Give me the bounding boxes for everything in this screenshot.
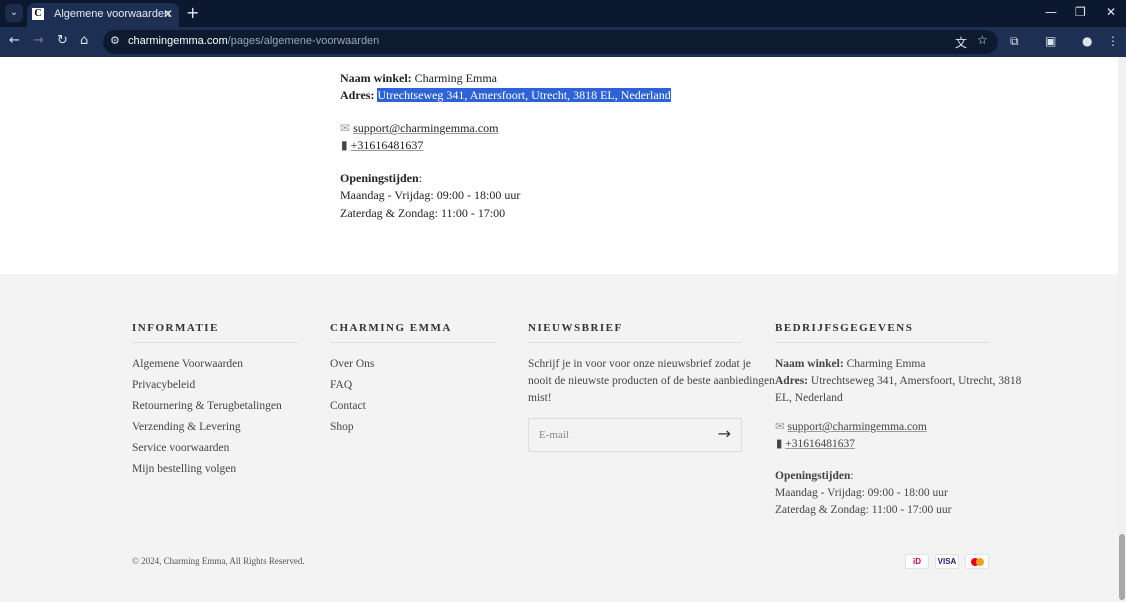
copyright: © 2024, Charming Emma, All Rights Reserv… xyxy=(132,556,305,566)
address-text: Utrechtseweg 341, Amersfoort, Utrecht, 3… xyxy=(377,88,671,102)
favicon-icon: C xyxy=(32,8,44,20)
phone-link[interactable]: +31616481637 xyxy=(351,138,424,152)
footer-link[interactable]: Service voorwaarden xyxy=(132,442,229,454)
footer-heading-info: INFORMATIE xyxy=(132,322,298,343)
phone-icon: ▮ xyxy=(341,138,348,152)
email-link[interactable]: support@charmingemma.com xyxy=(353,121,498,135)
address-label: Adres: xyxy=(340,88,375,102)
footer-heading-company: BEDRIJFSGEGEVENS xyxy=(775,322,989,343)
close-window-button[interactable]: ✕ xyxy=(1106,5,1116,19)
mastercard-icon xyxy=(965,554,989,569)
company-address: Utrechtseweg 341, Amersfoort, Utrecht, 3… xyxy=(810,375,1022,387)
browser-toolbar: ← → ↻ ⌂ ⚙ charmingemma.com/pages/algemen… xyxy=(0,27,1126,57)
footer-link[interactable]: Mijn bestelling volgen xyxy=(132,463,236,475)
footer-link[interactable]: FAQ xyxy=(330,379,352,391)
forward-icon[interactable]: → xyxy=(33,33,44,48)
company-name-label: Naam winkel: xyxy=(775,358,844,370)
company-address-cont: EL, Nederland xyxy=(775,392,843,404)
company-email-link[interactable]: support@charmingemma.com xyxy=(788,421,927,433)
tab-search-button[interactable]: ⌄ xyxy=(5,4,23,22)
scrollbar[interactable] xyxy=(1118,57,1126,602)
tab-active[interactable]: C Algemene voorwaarden ✕ xyxy=(27,3,179,27)
mail-icon: ✉ xyxy=(340,121,351,135)
close-tab-icon[interactable]: ✕ xyxy=(163,3,173,25)
hours-weekend: Zaterdag & Zondag: 11:00 - 17:00 xyxy=(340,206,506,220)
address-bar[interactable]: ⚙ charmingemma.com/pages/algemene-voorwa… xyxy=(103,30,998,54)
home-icon[interactable]: ⌂ xyxy=(80,33,88,48)
footer-link[interactable]: Contact xyxy=(330,400,366,412)
newsletter-email-input[interactable]: E-mail → xyxy=(528,418,742,452)
scrollbar-thumb[interactable] xyxy=(1119,534,1125,600)
newsletter-text: nooit de nieuwste producten of de beste … xyxy=(528,375,775,387)
footer-heading-newsletter: NIEUWSBRIEF xyxy=(528,322,742,343)
reload-icon[interactable]: ↻ xyxy=(57,33,68,48)
back-icon[interactable]: ← xyxy=(9,33,20,48)
company-hours-weekday: Maandag - Vrijdag: 09:00 - 18:00 uur xyxy=(775,487,948,499)
name-label: Naam winkel: xyxy=(340,71,412,85)
menu-icon[interactable]: ⋮ xyxy=(1107,34,1119,48)
footer-link[interactable]: Retournering & Terugbetalingen xyxy=(132,400,282,412)
new-tab-button[interactable]: + xyxy=(186,3,199,22)
footer-heading-brand: CHARMING EMMA xyxy=(330,322,496,343)
company-address-label: Adres: xyxy=(775,375,809,387)
company-phone-link[interactable]: +31616481637 xyxy=(785,438,855,450)
tab-title: Algemene voorwaarden xyxy=(54,8,171,20)
translate-icon[interactable]: 文 xyxy=(955,34,967,51)
screenshot-icon[interactable]: ▣ xyxy=(1045,34,1056,48)
page-content: Naam winkel: Charming Emma Adres: Utrech… xyxy=(0,57,1118,274)
email-placeholder: E-mail xyxy=(539,429,569,441)
footer-link[interactable]: Verzending & Levering xyxy=(132,421,241,433)
newsletter-text: Schrijf je in voor voor onze nieuwsbrief… xyxy=(528,358,751,370)
url-path: /pages/algemene-voorwaarden xyxy=(227,35,380,47)
company-hours-weekend: Zaterdag & Zondag: 11:00 - 17:00 uur xyxy=(775,504,952,516)
mail-icon: ✉ xyxy=(775,421,785,433)
extensions-icon[interactable]: ⧉ xyxy=(1010,34,1019,49)
footer-link[interactable]: Privacybeleid xyxy=(132,379,195,391)
phone-icon: ▮ xyxy=(776,438,783,450)
footer-link[interactable]: Shop xyxy=(330,421,354,433)
newsletter-text: mist! xyxy=(528,392,552,404)
visa-icon: VISA xyxy=(935,554,959,569)
site-settings-icon[interactable]: ⚙ xyxy=(110,34,120,47)
footer-link[interactable]: Algemene Voorwaarden xyxy=(132,358,243,370)
company-name: Charming Emma xyxy=(846,358,926,370)
bookmark-star-icon[interactable]: ☆ xyxy=(977,33,988,47)
minimize-button[interactable]: — xyxy=(1045,5,1057,19)
restore-button[interactable]: ❐ xyxy=(1075,5,1086,19)
footer: INFORMATIE Algemene Voorwaarden Privacyb… xyxy=(0,274,1118,602)
company-hours-label: Openingstijden xyxy=(775,470,851,482)
hours-label: Openingstijden xyxy=(340,171,419,185)
submit-arrow-icon[interactable]: → xyxy=(718,424,731,443)
url-domain: charmingemma.com xyxy=(128,35,228,47)
profile-icon[interactable]: ● xyxy=(1082,34,1092,48)
footer-link[interactable]: Over Ons xyxy=(330,358,374,370)
tab-bar: ⌄ C Algemene voorwaarden ✕ + — ❐ ✕ xyxy=(0,0,1126,27)
store-name: Charming Emma xyxy=(414,71,497,85)
ideal-icon: iD xyxy=(905,554,929,569)
hours-weekday: Maandag - Vrijdag: 09:00 - 18:00 uur xyxy=(340,188,521,202)
